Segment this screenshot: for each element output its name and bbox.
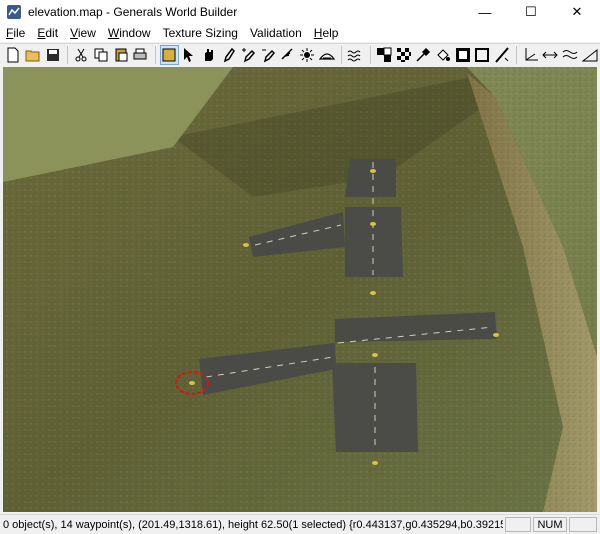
flood-fill-icon[interactable] <box>434 45 453 65</box>
toolbar-separator <box>67 45 68 64</box>
menu-view[interactable]: View <box>64 26 102 40</box>
maximize-button[interactable]: ☐ <box>508 0 554 24</box>
status-text: 0 object(s), 14 waypoint(s), (201.49,131… <box>3 518 503 531</box>
open-folder-icon[interactable] <box>24 45 43 65</box>
status-pane-blank <box>569 517 597 532</box>
radial-icon[interactable] <box>298 45 317 65</box>
save-icon[interactable] <box>43 45 62 65</box>
menu-help[interactable]: Help <box>308 26 345 40</box>
toolbar-separator <box>341 45 342 64</box>
brush-icon[interactable] <box>219 45 238 65</box>
status-bar: 0 object(s), 14 waypoint(s), (201.49,131… <box>0 514 600 534</box>
menu-validation[interactable]: Validation <box>244 26 308 40</box>
paste-icon[interactable] <box>111 45 130 65</box>
map-viewport[interactable] <box>3 67 597 512</box>
smooth-icon[interactable] <box>346 45 365 65</box>
axis-icon[interactable] <box>521 45 540 65</box>
toolbar-separator <box>516 45 518 64</box>
mound-icon[interactable] <box>317 45 336 65</box>
toolbar <box>0 43 600 65</box>
toolbar-separator <box>369 45 371 64</box>
ramp-icon[interactable] <box>580 45 599 65</box>
title-bar: elevation.map - Generals World Builder —… <box>0 0 600 24</box>
minimize-button[interactable]: — <box>462 0 508 24</box>
feather-brush-icon[interactable] <box>278 45 297 65</box>
pointer-icon[interactable] <box>180 45 199 65</box>
about-icon[interactable] <box>159 44 179 65</box>
tile-icon[interactable] <box>375 45 394 65</box>
road-icon[interactable] <box>493 45 512 65</box>
menu-bar: File Edit View Window Texture Sizing Val… <box>0 24 600 42</box>
menu-window[interactable]: Window <box>102 26 157 40</box>
boundary-icon[interactable] <box>473 45 492 65</box>
cut-icon[interactable] <box>72 45 91 65</box>
subtract-brush-icon[interactable] <box>258 45 277 65</box>
waypoint-icon[interactable] <box>541 45 560 65</box>
app-icon <box>7 5 21 19</box>
checker-icon[interactable] <box>394 45 413 65</box>
copy-icon[interactable] <box>92 45 111 65</box>
num-lock-indicator: NUM <box>533 517 567 532</box>
water-icon[interactable] <box>561 45 580 65</box>
menu-texture-sizing[interactable]: Texture Sizing <box>157 26 244 40</box>
status-pane-blank <box>505 517 531 532</box>
window-title: elevation.map - Generals World Builder <box>28 5 238 19</box>
print-icon[interactable] <box>131 45 150 65</box>
add-brush-icon[interactable] <box>239 45 258 65</box>
toolbar-separator <box>154 45 156 64</box>
menu-edit[interactable]: Edit <box>31 26 64 40</box>
terrain-render <box>3 67 597 512</box>
menu-file[interactable]: File <box>0 26 31 40</box>
hand-brush-icon[interactable] <box>199 45 218 65</box>
new-file-icon[interactable] <box>4 45 23 65</box>
blend-icon[interactable] <box>453 45 472 65</box>
eyedropper-icon[interactable] <box>414 45 433 65</box>
close-button[interactable]: ✕ <box>554 0 600 24</box>
